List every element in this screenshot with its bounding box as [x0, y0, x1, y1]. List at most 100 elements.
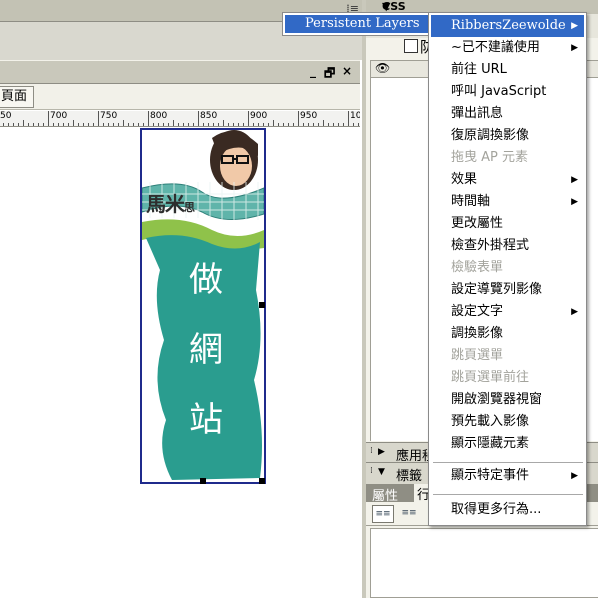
menu-item-ribberszeewolde[interactable]: RibbersZeewolde ▶	[431, 15, 584, 37]
menu-item-label: 檢驗表單	[451, 260, 504, 275]
menu-item-label: ~已不建議使用	[451, 40, 540, 55]
ruler-tick	[223, 120, 224, 126]
ruler-tick	[143, 123, 144, 126]
close-button[interactable]: ×	[342, 64, 352, 78]
resize-handle-right[interactable]	[259, 302, 265, 308]
ruler-tick	[138, 123, 139, 126]
banner-char-3: 站	[189, 400, 223, 440]
menu-item-label: 顯示特定事件	[451, 468, 530, 483]
ruler-tick	[118, 123, 119, 126]
css-checkbox[interactable]	[404, 39, 418, 53]
ruler-tick	[93, 123, 94, 126]
ruler-tick	[153, 123, 154, 126]
menu-item-deprecated[interactable]: ~已不建議使用 ▶	[431, 37, 584, 59]
menu-item-effects[interactable]: 效果 ▶	[431, 169, 584, 191]
menu-item-label: 更改屬性	[451, 216, 504, 231]
menu-item-open-browser-window[interactable]: 開啟瀏覽器視窗	[431, 389, 584, 411]
ruler-tick	[98, 111, 99, 126]
ruler-tick	[108, 123, 109, 126]
menu-item-label: 顯示隱藏元素	[451, 436, 530, 451]
ruler-tick	[303, 123, 304, 126]
menu-item-jump-menu: 跳頁選單	[431, 345, 584, 367]
menu-item-swap-image-restore[interactable]: 復原調換影像	[431, 125, 584, 147]
banner-char-1: 做	[189, 260, 223, 300]
menu-item-show-events-for[interactable]: 顯示特定事件 ▶	[431, 465, 584, 487]
behaviors-add-menu: RibbersZeewolde ▶ ~已不建議使用 ▶ 前往 URL 呼叫 Java…	[428, 12, 587, 526]
menu-item-drag-ap-element: 拖曳 AP 元素	[431, 147, 584, 169]
menu-item-preload-images[interactable]: 預先載入影像	[431, 411, 584, 433]
menu-item-label: 取得更多行為...	[451, 502, 542, 517]
menu-item-change-property[interactable]: 更改屬性	[431, 213, 584, 235]
menu-item-label: 前往 URL	[451, 62, 507, 77]
menu-item-timeline[interactable]: 時間軸 ▶	[431, 191, 584, 213]
ruler-label: 700	[50, 111, 68, 121]
menu-item-label: 調換影像	[451, 326, 504, 341]
ruler-tick	[218, 123, 219, 126]
ruler-tick	[253, 123, 254, 126]
ruler-tick	[68, 123, 69, 126]
ruler-tick	[103, 123, 104, 126]
ruler-tick	[53, 123, 54, 126]
ruler-label: 850	[200, 111, 218, 121]
ruler-tick	[38, 123, 39, 126]
banner-name-small: 思	[184, 201, 195, 214]
banner-char-2: 網	[189, 330, 223, 370]
submenu-arrow-icon: ▶	[571, 175, 578, 185]
menu-item-persistent-layers[interactable]: Persistent Layers	[285, 15, 429, 33]
resize-handle-corner[interactable]	[259, 478, 265, 484]
menu-item-show-hide-elements[interactable]: 顯示隱藏元素	[431, 433, 584, 455]
menu-item-label: 設定文字	[451, 304, 504, 319]
ruler-tick	[358, 123, 359, 126]
ruler-tick	[323, 120, 324, 126]
ruler-tick	[248, 111, 249, 126]
ruler-tick	[48, 111, 49, 126]
ruler-tick	[333, 123, 334, 126]
ruler-tick	[83, 123, 84, 126]
banner-name-main: 馬米	[146, 192, 185, 216]
submenu-arrow-icon: ▶	[571, 21, 578, 31]
ruler-tick	[243, 123, 244, 126]
ruler-tick	[3, 123, 4, 126]
ruler-tick	[293, 123, 294, 126]
ruler-tick	[343, 123, 344, 126]
menu-item-label: 開啟瀏覽器視窗	[451, 392, 543, 407]
minimize-button[interactable]: _	[310, 64, 316, 78]
ruler-tick	[43, 123, 44, 126]
horizontal-ruler: 50 700 750 800 850 900 950 100	[0, 111, 360, 127]
ruler-tick	[268, 123, 269, 126]
panel-grip-icon: ⁞	[370, 446, 373, 456]
ruler-tick	[168, 123, 169, 126]
ruler-tick	[58, 123, 59, 126]
menu-item-set-nav-bar-image[interactable]: 設定導覽列影像	[431, 279, 584, 301]
ruler-tick	[208, 123, 209, 126]
ruler-label: 50	[0, 111, 12, 121]
resize-handle-bottom[interactable]	[200, 478, 206, 484]
context-menu-parent: Persistent Layers	[282, 12, 430, 36]
ruler-tick	[163, 123, 164, 126]
menu-item-get-more-behaviors[interactable]: 取得更多行為...	[431, 499, 584, 521]
behaviors-list[interactable]	[370, 528, 598, 598]
menu-item-set-text[interactable]: 設定文字 ▶	[431, 301, 584, 323]
document-toolbar: 頁面	[0, 84, 360, 110]
ruler-label: 900	[250, 111, 268, 121]
menu-item-goto-url[interactable]: 前往 URL	[431, 59, 584, 81]
menu-item-check-plugin[interactable]: 檢查外掛程式	[431, 235, 584, 257]
ruler-tick	[313, 123, 314, 126]
tab-page[interactable]: 頁面	[0, 86, 34, 108]
ruler-tick	[273, 120, 274, 126]
menu-item-call-javascript[interactable]: 呼叫 JavaScript	[431, 81, 584, 103]
show-all-events-button[interactable]: ≡≡	[398, 505, 420, 523]
ruler-tick	[78, 123, 79, 126]
menu-item-popup-message[interactable]: 彈出訊息	[431, 103, 584, 125]
ruler-tick	[238, 123, 239, 126]
restore-button[interactable]: 🗗	[324, 64, 335, 85]
ruler-tick	[133, 123, 134, 126]
ruler-tick	[128, 123, 129, 126]
eye-icon[interactable]: 👁	[375, 61, 390, 75]
menu-item-label: 呼叫 JavaScript	[451, 84, 547, 99]
menu-item-swap-image[interactable]: 調換影像	[431, 323, 584, 345]
ap-layer-banner[interactable]: 馬米思 做 網 站	[140, 128, 266, 484]
show-set-events-button[interactable]: ≡≡	[372, 505, 394, 523]
ruler-tick	[258, 123, 259, 126]
menu-item-label: 跳頁選單	[451, 348, 504, 363]
